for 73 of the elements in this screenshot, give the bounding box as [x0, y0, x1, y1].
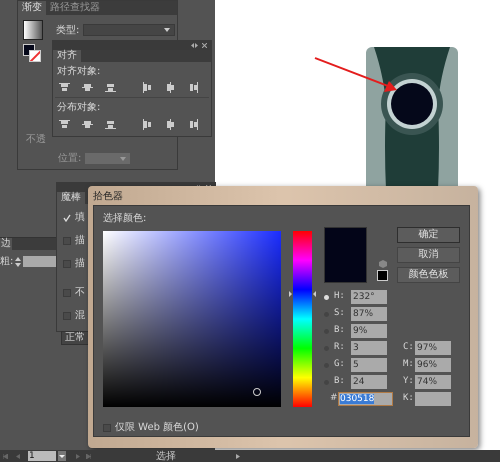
distribute-icon[interactable] — [105, 119, 116, 130]
align-icon[interactable] — [105, 82, 116, 93]
distribute-icon[interactable] — [59, 119, 70, 130]
value-field[interactable]: 232° — [351, 290, 387, 304]
radio-button[interactable] — [324, 294, 329, 300]
opacity-label: 不透 — [26, 132, 46, 147]
dialog-button[interactable]: 确定 — [397, 227, 460, 243]
hash-label: # — [330, 392, 338, 406]
field-label: S: — [334, 307, 346, 320]
current-tool-label: 选择 — [156, 450, 176, 462]
align-icon[interactable] — [82, 82, 93, 93]
caret-icon[interactable] — [58, 451, 66, 461]
field-label: K: — [403, 392, 415, 406]
page-field[interactable]: 1 — [28, 451, 56, 461]
panel-tab[interactable]: 边 — [0, 238, 12, 250]
dialog-button[interactable]: 取消 — [397, 247, 460, 263]
panel-tab[interactable]: 渐变 — [18, 1, 46, 15]
color-field[interactable] — [103, 231, 281, 407]
align-icon[interactable] — [142, 82, 153, 93]
distribute-icon[interactable] — [165, 119, 176, 130]
field-label: G: — [334, 358, 346, 372]
dialog-title: 拾色器 — [93, 190, 124, 204]
field-label: B: — [334, 324, 346, 338]
value-field[interactable]: 24 — [351, 375, 387, 389]
caret-icon — [164, 28, 170, 32]
distribute-icon[interactable] — [142, 119, 153, 130]
select-color-label: 选择颜色: — [103, 212, 148, 226]
value-field[interactable]: 97% — [415, 341, 451, 355]
close-icon[interactable] — [202, 43, 207, 48]
field-label: B: — [334, 375, 346, 388]
panel-tab[interactable]: 路径查找器 — [46, 1, 104, 15]
option-label: 填 — [75, 210, 85, 225]
weight-label: 粗: — [0, 255, 14, 269]
collapse-icon[interactable] — [191, 43, 198, 48]
value-field[interactable] — [415, 392, 451, 406]
option-label: 不 — [75, 286, 85, 300]
distribute-objects-label: 分布对象: — [57, 100, 102, 115]
value-field[interactable]: 3 — [351, 341, 387, 355]
align-objects-label: 对齐对象: — [57, 64, 102, 79]
option-label: 描 — [75, 234, 85, 248]
hex-field[interactable]: 030518 — [338, 392, 393, 406]
dialog-button[interactable]: 颜色色板 — [397, 267, 460, 283]
fill-stroke-swatch[interactable] — [23, 44, 41, 62]
blend-mode-dropdown[interactable]: 正常 — [61, 331, 89, 345]
caret-icon — [120, 156, 126, 160]
option-label: 混 — [75, 309, 85, 323]
check-icon[interactable] — [63, 214, 71, 222]
gradient-swatch — [23, 20, 43, 40]
panel-tab[interactable]: 魔棒 — [57, 192, 85, 204]
web-colors-only-label: 仅限 Web 颜色(O) — [115, 420, 199, 435]
play-icon[interactable] — [236, 454, 240, 458]
value-field[interactable]: 74% — [415, 375, 451, 389]
cube-icon — [378, 260, 386, 268]
value-field[interactable]: 9% — [351, 324, 387, 338]
value-field[interactable]: 96% — [415, 358, 451, 372]
panel-tab[interactable]: 对齐 — [53, 50, 81, 62]
field-label: M: — [403, 358, 415, 372]
value-field[interactable]: 5 — [351, 358, 387, 372]
field-label: C: — [403, 341, 415, 354]
distribute-icon[interactable] — [188, 119, 199, 130]
value-field[interactable]: 87% — [351, 307, 387, 321]
option-label: 描 — [75, 256, 85, 271]
field-label: R: — [334, 341, 346, 354]
gamut-warning-swatch[interactable] — [377, 270, 388, 281]
field-label: H: — [334, 290, 346, 304]
align-icon[interactable] — [59, 82, 70, 93]
new-color-preview — [324, 227, 367, 283]
field-label: Y: — [403, 375, 415, 388]
align-icon[interactable] — [165, 82, 176, 93]
type-label: 类型: — [56, 24, 80, 38]
align-icon[interactable] — [188, 82, 199, 93]
position-label: 位置: — [58, 152, 82, 166]
distribute-icon[interactable] — [82, 119, 93, 130]
